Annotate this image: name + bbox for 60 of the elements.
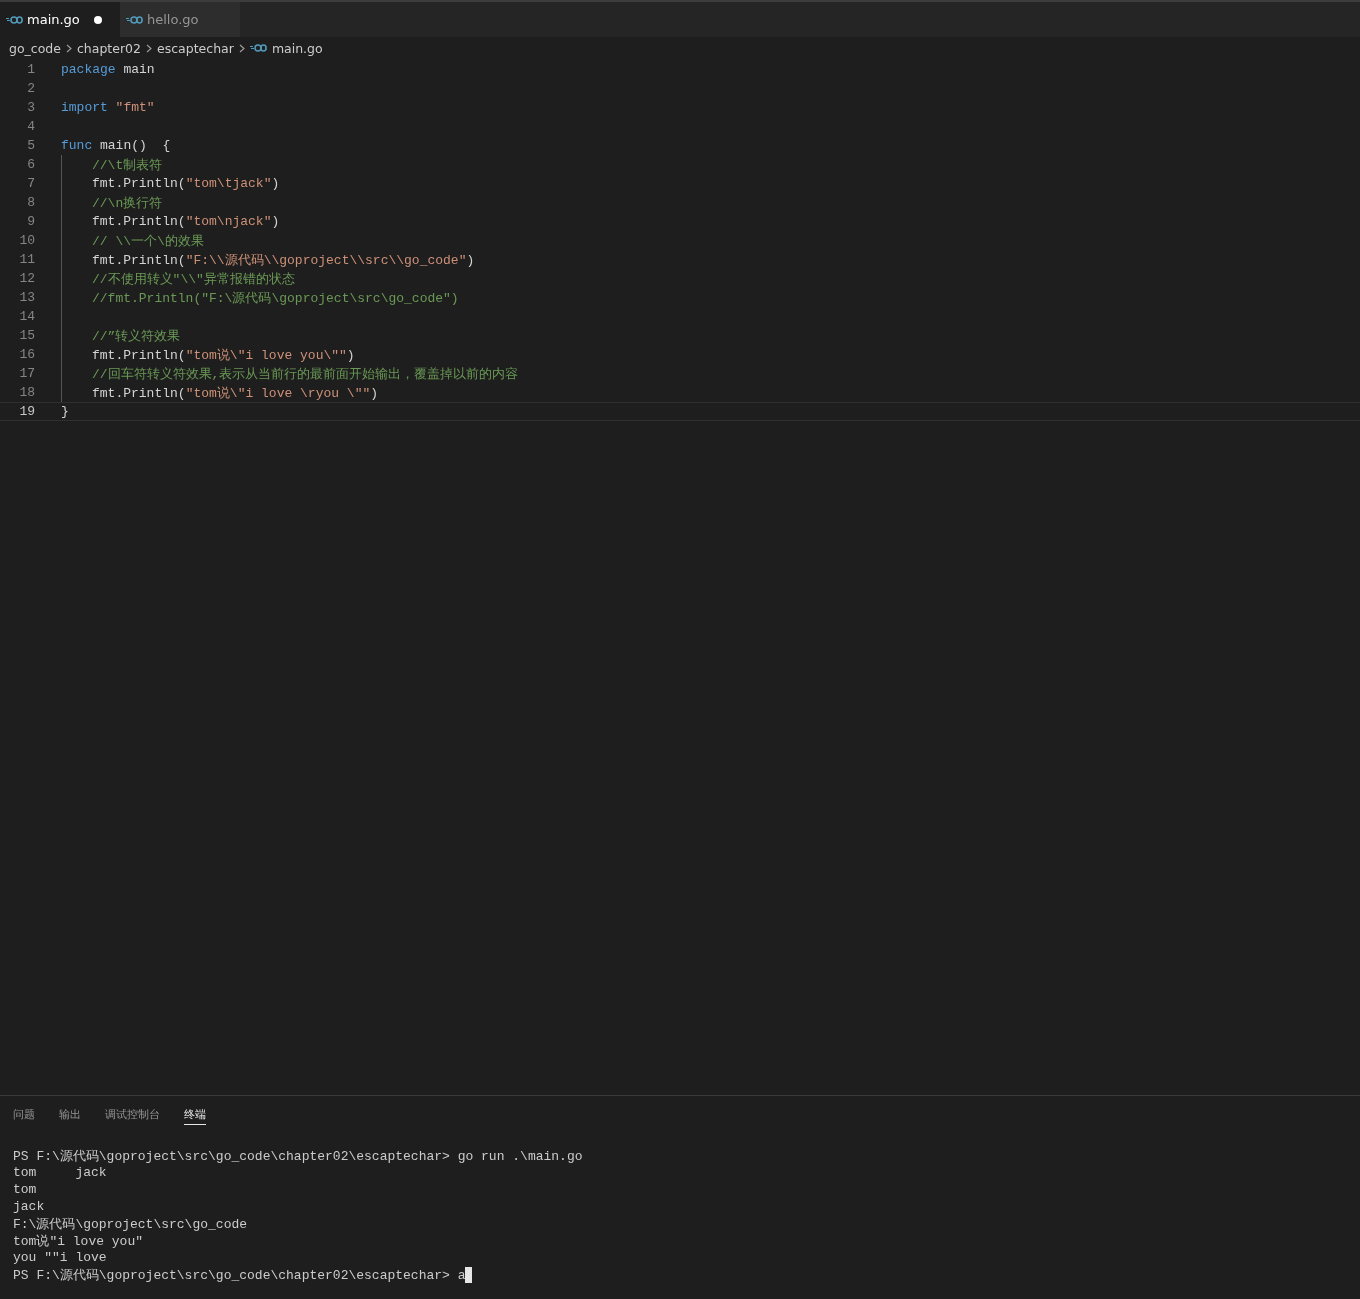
code-line: // \\一个\的效果	[92, 232, 204, 250]
line-number: 13	[18, 290, 35, 305]
code-line: fmt.Println("tom说\"i love you\"")	[92, 346, 355, 364]
line-number: 2	[26, 81, 35, 96]
code-line: fmt.Println("tom\tjack")	[92, 176, 280, 191]
code-line: //不使用转义"\\"异常报错的状态	[92, 270, 295, 288]
code-line: package main	[61, 62, 155, 77]
breadcrumb-item[interactable]: main.go	[271, 40, 323, 56]
go-file-icon	[126, 15, 143, 24]
line-number: 16	[18, 347, 35, 362]
line-number: 5	[26, 138, 35, 153]
line-number: 10	[18, 233, 35, 248]
chevron-icon	[146, 43, 152, 53]
terminal-line: tom jack	[13, 1165, 107, 1180]
terminal-line: tom说"i love you"	[13, 1232, 144, 1250]
code-line: fmt.Println("tom\njack")	[92, 214, 280, 229]
panel-tab[interactable]: 输出	[59, 1107, 81, 1124]
code-line: //”转义符效果	[92, 327, 181, 345]
code-line: fmt.Println("F:\\源代码\\goproject\\src\\go_code")	[92, 251, 475, 269]
terminal-line: F:\源代码\goproject\src\go_code	[13, 1215, 248, 1233]
line-number: 8	[26, 195, 35, 210]
line-number: 3	[26, 100, 35, 115]
terminal-line: PS F:\源代码\goproject\src\go_code\chapter02\escaptechar> a	[13, 1266, 466, 1284]
code-line: //\t制表符	[92, 156, 163, 174]
editor-tab[interactable]: hello.go	[120, 2, 240, 37]
editor-tab[interactable]: main.go	[0, 2, 120, 37]
terminal-line: tom	[13, 1182, 37, 1197]
line-number: 1	[26, 62, 35, 77]
terminal-line: you ""i love	[13, 1250, 107, 1265]
panel-tab[interactable]: 调试控制台	[105, 1107, 160, 1124]
code-line: func main() {	[61, 138, 171, 153]
breadcrumb-item[interactable]: chapter02	[77, 40, 141, 56]
breadcrumb-item[interactable]: escaptechar	[157, 40, 234, 56]
code-line: //\n换行符	[92, 194, 163, 212]
panel-tab[interactable]: 问题	[13, 1107, 35, 1124]
line-number: 17	[18, 366, 35, 381]
chevron-icon	[238, 43, 245, 53]
line-number: 9	[26, 214, 35, 229]
cursor-icon	[465, 1266, 473, 1283]
line-number: 7	[26, 176, 35, 191]
code-line: import "fmt"	[61, 100, 155, 115]
line-number: 19	[18, 404, 35, 419]
line-number: 12	[18, 271, 35, 286]
go-file-icon	[6, 15, 23, 24]
chevron-icon	[66, 43, 72, 53]
code-line: //fmt.Println("F:\源代码\goproject\src\go_code")	[92, 289, 459, 307]
line-number: 6	[26, 157, 35, 172]
line-number: 14	[18, 309, 35, 324]
terminal-line: jack	[13, 1199, 45, 1214]
line-number: 4	[26, 119, 35, 134]
line-number: 18	[18, 385, 35, 400]
line-number: 11	[18, 252, 35, 267]
line-number: 15	[18, 328, 35, 343]
code-line: }	[61, 404, 69, 419]
go-file-icon	[249, 44, 267, 52]
terminal-line: PS F:\源代码\goproject\src\go_code\chapter02\escaptechar> go run .\main.go	[13, 1147, 583, 1165]
panel-tab[interactable]: 终端	[184, 1107, 206, 1125]
code-line: fmt.Println("tom说\"i love \ryou \"")	[92, 384, 379, 402]
breadcrumb-item[interactable]: go_code	[9, 40, 61, 56]
code-line: //回车符转义符效果,表示从当前行的最前面开始输出，覆盖掉以前的内容	[92, 365, 519, 383]
